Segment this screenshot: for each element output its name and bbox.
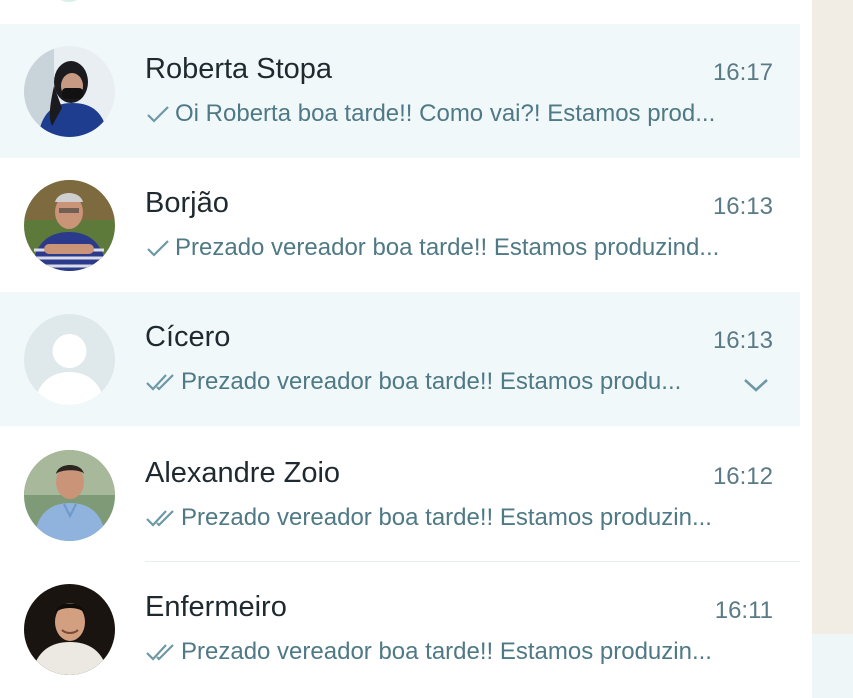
avatar — [24, 180, 115, 271]
double-check-icon — [146, 510, 174, 527]
chat-row-borjao[interactable]: Borjão 16:13 Prezado vereador boa tarde!… — [0, 158, 800, 292]
chat-row-enfermeiro[interactable]: Enfermeiro 16:11 Prezado vereador boa ta… — [0, 562, 800, 696]
avatar — [24, 46, 115, 137]
previous-chat-row-partial[interactable] — [0, 0, 800, 22]
message-time: 16:11 — [714, 597, 773, 624]
message-preview-text: Prezado vereador boa tarde!! Estamos pro… — [181, 504, 712, 531]
message-preview: Prezado vereador boa tarde!! Estamos pro… — [145, 638, 712, 666]
message-preview: Prezado vereador boa tarde!! Estamos pro… — [145, 504, 712, 532]
contact-name: Enfermeiro — [145, 591, 287, 623]
message-preview: Prezado vereador boa tarde!! Estamos pro… — [145, 234, 719, 262]
single-check-icon — [147, 240, 169, 257]
message-time: 16:13 — [712, 327, 773, 354]
message-time: 16:13 — [712, 193, 773, 220]
message-preview-text: Oi Roberta boa tarde!! Como vai?! Estamo… — [175, 100, 716, 127]
conversation-footer — [812, 634, 853, 698]
chevron-down-icon[interactable] — [742, 376, 770, 394]
contact-name: Alexandre Zoio — [145, 457, 341, 489]
message-preview: Prezado vereador boa tarde!! Estamos pro… — [145, 368, 681, 396]
double-check-icon — [146, 374, 174, 391]
chat-row-roberta-stopa[interactable]: Roberta Stopa 16:17 Oi Roberta boa tarde… — [0, 24, 800, 158]
single-check-icon — [147, 106, 169, 123]
user-photo-icon — [24, 584, 115, 675]
conversation-panel-background — [812, 0, 853, 698]
user-photo-icon — [24, 46, 115, 137]
avatar — [24, 450, 115, 541]
contact-name: Cícero — [145, 321, 231, 353]
chat-row-cicero[interactable]: Cícero 16:13 Prezado vereador boa tarde!… — [0, 292, 800, 426]
avatar — [24, 584, 115, 675]
message-time: 16:12 — [712, 463, 773, 490]
avatar — [52, 0, 86, 2]
message-preview-text: Prezado vereador boa tarde!! Estamos pro… — [175, 234, 720, 261]
double-check-icon — [146, 644, 174, 661]
contact-name: Borjão — [145, 187, 229, 219]
chat-list: Roberta Stopa 16:17 Oi Roberta boa tarde… — [0, 0, 812, 698]
avatar — [24, 314, 115, 405]
contact-name: Roberta Stopa — [145, 53, 333, 85]
message-time: 16:17 — [712, 59, 773, 86]
chat-row-alexandre-zoio[interactable]: Alexandre Zoio 16:12 Prezado vereador bo… — [0, 428, 800, 562]
panel-divider — [800, 0, 812, 698]
user-photo-icon — [24, 450, 115, 541]
default-avatar-icon — [24, 314, 115, 405]
message-preview: Oi Roberta boa tarde!! Como vai?! Estamo… — [145, 100, 715, 128]
message-preview-text: Prezado vereador boa tarde!! Estamos pro… — [181, 368, 682, 395]
message-preview-text: Prezado vereador boa tarde!! Estamos pro… — [181, 638, 712, 665]
user-photo-icon — [24, 180, 115, 271]
